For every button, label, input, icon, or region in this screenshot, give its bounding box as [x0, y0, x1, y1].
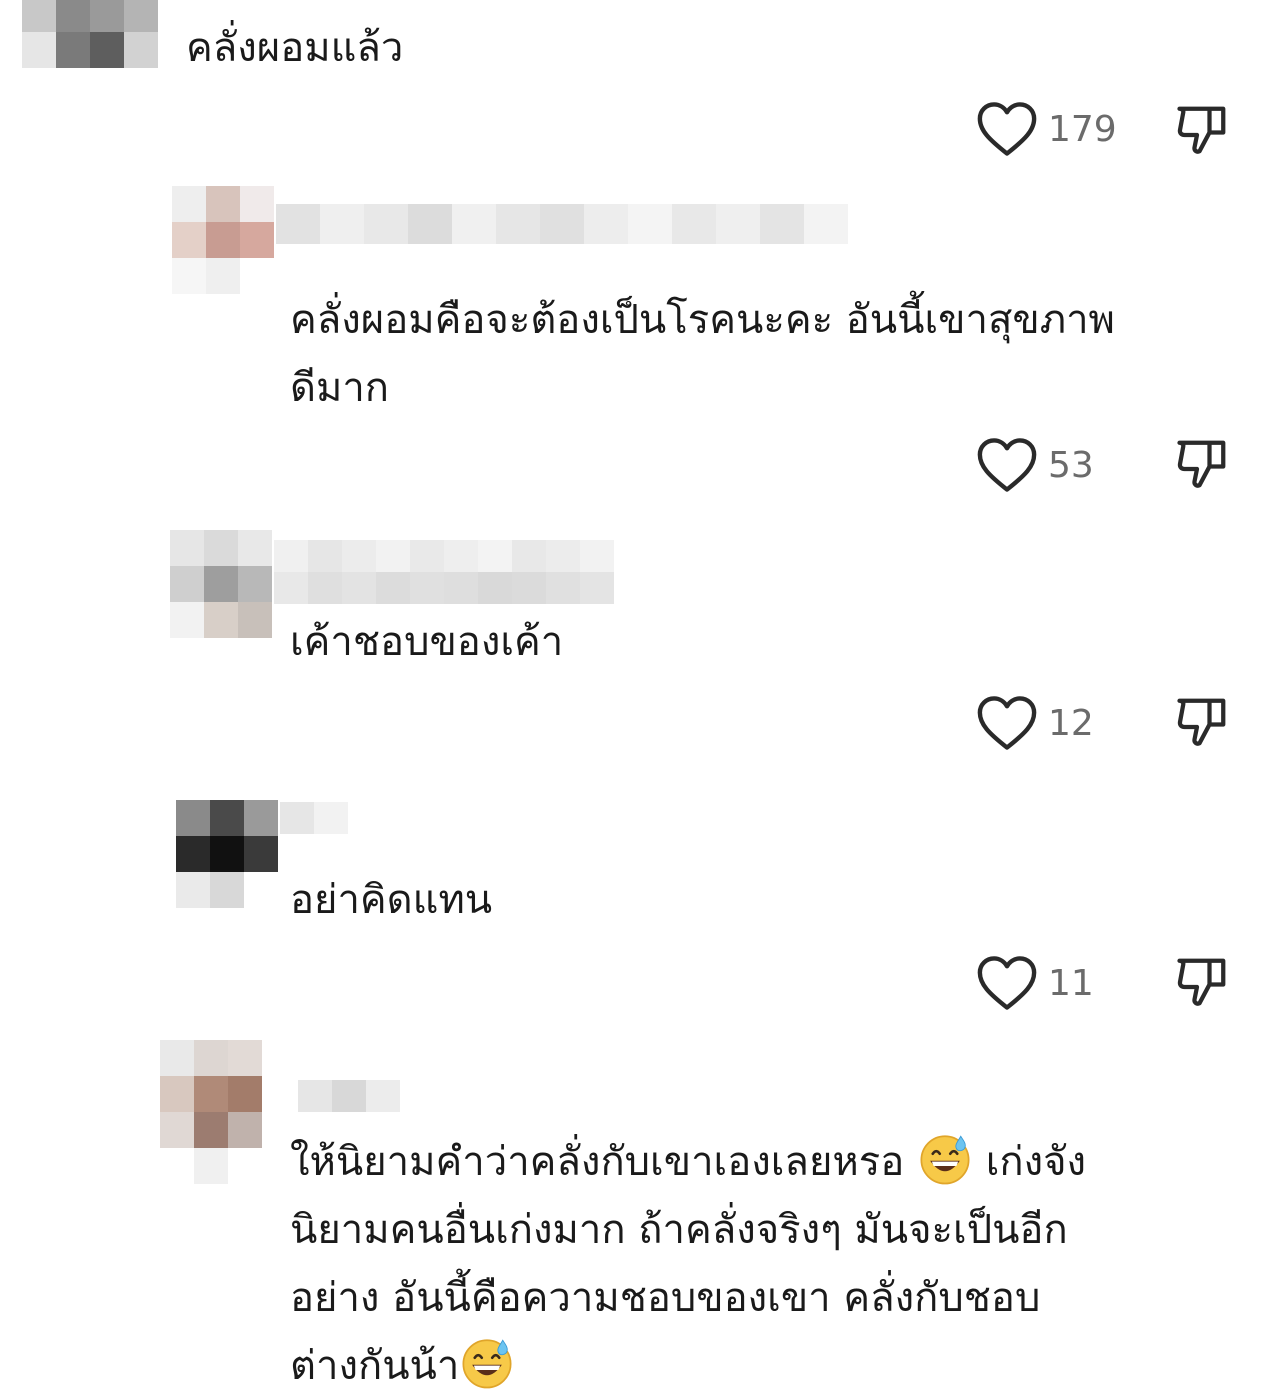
- username-blurred[interactable]: [264, 1080, 400, 1112]
- like-count: 179: [1048, 108, 1117, 150]
- avatar-blurred[interactable]: [170, 530, 272, 638]
- dislike-button[interactable]: [1172, 100, 1232, 164]
- like-button[interactable]: 179: [976, 100, 1117, 158]
- like-count: 11: [1048, 962, 1094, 1004]
- avatar-blurred[interactable]: [176, 800, 278, 908]
- heart-outline-icon: [977, 102, 1037, 156]
- comment-text-part: ให้นิยามคำว่าคลั่งกับเขาเองเลยหรอ: [290, 1139, 917, 1185]
- thumbs-down-icon: [1177, 958, 1226, 1006]
- comment-text: อย่าคิดแทน: [290, 877, 493, 923]
- comment-text: คลั่งผอมคือจะต้องเป็นโรคนะคะ อันนี้เขาสุ…: [290, 297, 1115, 411]
- heart-outline-icon: [977, 696, 1037, 750]
- comment-text: เค้าชอบของเค้า: [290, 619, 564, 665]
- username-blurred[interactable]: [274, 540, 614, 604]
- dislike-button[interactable]: [1172, 952, 1232, 1016]
- avatar-blurred[interactable]: [22, 0, 158, 68]
- username-blurred[interactable]: [280, 802, 348, 834]
- grinning-face-with-sweat-icon: [462, 1339, 512, 1389]
- like-count: 12: [1048, 702, 1094, 744]
- thumbs-down-icon: [1177, 440, 1226, 488]
- avatar-blurred[interactable]: [172, 186, 274, 294]
- like-button[interactable]: 11: [976, 954, 1094, 1012]
- dislike-button[interactable]: [1172, 434, 1232, 498]
- thumbs-down-icon: [1177, 106, 1226, 154]
- dislike-button[interactable]: [1172, 692, 1232, 756]
- heart-outline-icon: [977, 438, 1037, 492]
- avatar-blurred[interactable]: [160, 1040, 262, 1184]
- like-button[interactable]: 12: [976, 694, 1094, 752]
- comment-text: คลั่งผอมแล้ว: [186, 25, 404, 71]
- comment-text: ให้นิยามคำว่าคลั่งกับเขาเองเลยหรอ เก่งจั…: [290, 1128, 1086, 1400]
- username-blurred[interactable]: [276, 204, 848, 244]
- thumbs-down-icon: [1177, 698, 1226, 746]
- heart-outline-icon: [977, 956, 1037, 1010]
- grinning-face-with-sweat-icon: [920, 1135, 970, 1185]
- like-count: 53: [1048, 444, 1094, 486]
- like-button[interactable]: 53: [976, 436, 1094, 494]
